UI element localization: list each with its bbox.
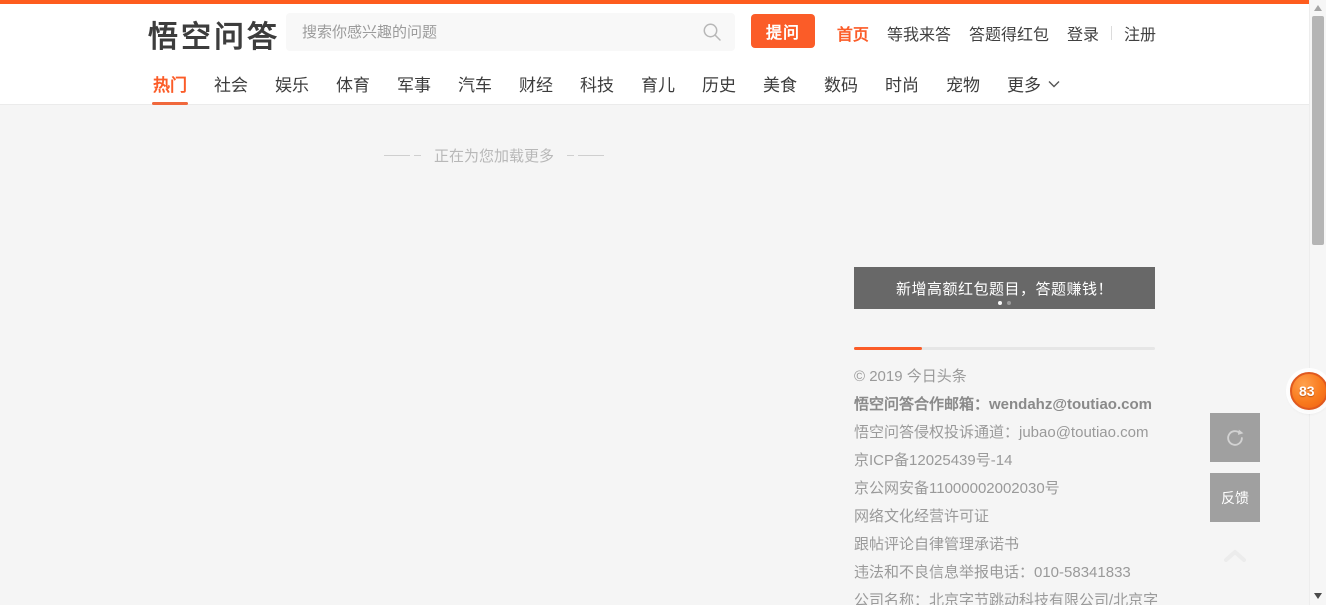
- nav-home[interactable]: 首页: [837, 21, 869, 45]
- scrollbar-thumb[interactable]: [1312, 16, 1324, 245]
- category-pets[interactable]: 宠物: [946, 61, 980, 105]
- sidebar-divider: [854, 347, 1155, 350]
- footer-infringement-email: 悟空问答侵权投诉通道：jubao@toutiao.com: [854, 419, 1174, 447]
- scrollbar[interactable]: [1309, 0, 1326, 605]
- footer-cooperation-email: 悟空问答合作邮箱：wendahz@toutiao.com: [854, 391, 1174, 419]
- footer-comment-self-discipline[interactable]: 跟帖评论自律管理承诺书: [854, 531, 1174, 559]
- chevron-up-icon: [1220, 546, 1250, 566]
- category-finance[interactable]: 财经: [519, 61, 553, 105]
- search-input[interactable]: [286, 13, 735, 51]
- banner-dot[interactable]: [1007, 301, 1011, 305]
- category-food[interactable]: 美食: [763, 61, 797, 105]
- notification-badge-count: 83: [1299, 383, 1315, 399]
- scrollbar-up-arrow[interactable]: [1314, 5, 1322, 11]
- category-auto[interactable]: 汽车: [458, 61, 492, 105]
- main-content: 正在为您加载更多 新增高额红包题目，答题赚钱！ © 2019 今日头条 悟空问答…: [0, 105, 1309, 605]
- nav-answer-red-packet[interactable]: 答题得红包: [969, 21, 1049, 45]
- category-entertainment[interactable]: 娱乐: [275, 61, 309, 105]
- promo-banner-text: 新增高额红包题目，答题赚钱！: [854, 267, 1155, 299]
- scrollbar-down-arrow[interactable]: [1314, 593, 1322, 599]
- footer-company-name: 公司名称：北京字节跳动科技有限公司/北京字: [854, 587, 1174, 605]
- sidebar-divider-accent: [854, 347, 922, 350]
- category-sports[interactable]: 体育: [336, 61, 370, 105]
- nav-waiting-for-me[interactable]: 等我来答: [887, 21, 951, 45]
- category-hot[interactable]: 热门: [153, 61, 187, 105]
- footer-culture-license[interactable]: 网络文化经营许可证: [854, 503, 1174, 531]
- nav-login[interactable]: 登录: [1067, 21, 1099, 45]
- loading-indicator: 正在为您加载更多: [153, 145, 835, 166]
- back-to-top-button[interactable]: [1220, 546, 1250, 566]
- loading-dash-right-inner: [567, 155, 574, 156]
- site-logo-text: 悟空问答: [148, 21, 280, 54]
- ask-question-button[interactable]: 提问: [751, 14, 815, 48]
- feedback-button[interactable]: 反馈: [1210, 473, 1260, 522]
- banner-dot-active[interactable]: [998, 301, 1002, 305]
- refresh-button[interactable]: [1210, 413, 1260, 462]
- loading-dash-right: [578, 155, 604, 156]
- category-tech[interactable]: 科技: [580, 61, 614, 105]
- search-icon[interactable]: [701, 21, 723, 43]
- category-nav: 热门 社会 娱乐 体育 军事 汽车 财经 科技 育儿 历史 美食 数码 时尚 宠…: [0, 61, 1309, 105]
- search-box: [286, 13, 735, 51]
- feedback-button-label: 反馈: [1221, 488, 1249, 508]
- category-military[interactable]: 军事: [397, 61, 431, 105]
- refresh-icon: [1224, 427, 1246, 449]
- category-more-label: 更多: [1007, 71, 1041, 96]
- header-nav: 首页 等我来答 答题得红包 登录 注册: [819, 4, 1156, 61]
- category-more[interactable]: 更多: [1007, 61, 1060, 105]
- header: 悟空问答 提问 首页 等我来答 答题得红包 登录 注册: [0, 4, 1309, 61]
- promo-banner[interactable]: 新增高额红包题目，答题赚钱！: [854, 267, 1155, 309]
- loading-dash-left: [384, 155, 410, 156]
- top-accent-strip: [0, 0, 1309, 4]
- site-logo[interactable]: 悟空问答: [148, 12, 280, 56]
- nav-divider: [1111, 26, 1112, 40]
- category-fashion[interactable]: 时尚: [885, 61, 919, 105]
- footer-public-security-record[interactable]: 京公网安备11000002002030号: [854, 475, 1174, 503]
- loading-dash-left-inner: [414, 155, 421, 156]
- footer-report-phone: 违法和不良信息举报电话：010-58341833: [854, 559, 1174, 587]
- banner-dots: [854, 301, 1155, 305]
- sidebar-footer: © 2019 今日头条 悟空问答合作邮箱：wendahz@toutiao.com…: [854, 363, 1174, 605]
- footer-icp-license[interactable]: 京ICP备12025439号-14: [854, 447, 1174, 475]
- category-society[interactable]: 社会: [214, 61, 248, 105]
- loading-text: 正在为您加载更多: [434, 145, 554, 166]
- footer-copyright: © 2019 今日头条: [854, 363, 1174, 391]
- category-parenting[interactable]: 育儿: [641, 61, 675, 105]
- chevron-down-icon: [1048, 80, 1060, 88]
- category-digital[interactable]: 数码: [824, 61, 858, 105]
- category-history[interactable]: 历史: [702, 61, 736, 105]
- nav-register[interactable]: 注册: [1124, 21, 1156, 45]
- notification-badge[interactable]: 83: [1290, 372, 1326, 410]
